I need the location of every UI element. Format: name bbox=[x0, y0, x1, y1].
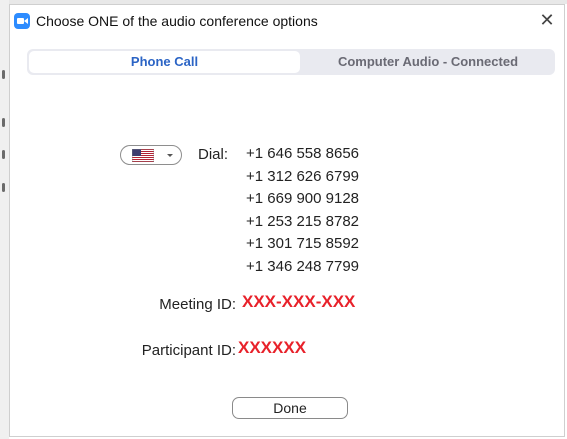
title-bar: Choose ONE of the audio conference optio… bbox=[10, 5, 564, 37]
background-window-edge bbox=[0, 0, 9, 439]
dial-number-list: +1 646 558 8656 +1 312 626 6799 +1 669 9… bbox=[246, 144, 359, 279]
participant-id-value: XXXXXX bbox=[238, 338, 307, 357]
dial-number: +1 669 900 9128 bbox=[246, 190, 360, 207]
zoom-camera-icon bbox=[14, 13, 30, 29]
dial-number: +1 301 715 8592 bbox=[246, 235, 360, 252]
audio-options-dialog: Choose ONE of the audio conference optio… bbox=[9, 4, 565, 437]
dial-number: +1 312 626 6799 bbox=[246, 167, 360, 185]
dial-number: +1 646 558 8656 bbox=[246, 145, 360, 162]
audio-tabs: Phone Call Computer Audio - Connected bbox=[27, 49, 555, 75]
tab-phone-call[interactable]: Phone Call bbox=[29, 51, 300, 73]
dial-number: +1 346 248 7799 bbox=[246, 257, 360, 275]
tab-computer-audio[interactable]: Computer Audio - Connected bbox=[303, 49, 553, 75]
dial-number: +1 253 215 8782 bbox=[246, 212, 360, 230]
done-button[interactable]: Done bbox=[232, 397, 348, 419]
meeting-id-label: Meeting ID: bbox=[159, 296, 236, 313]
meeting-id-value: XXX-XXX-XXX bbox=[242, 292, 356, 311]
close-icon[interactable]: ✕ bbox=[536, 9, 558, 31]
us-flag-icon bbox=[132, 149, 154, 162]
country-select[interactable] bbox=[120, 145, 182, 165]
participant-id-label: Participant ID: bbox=[141, 342, 236, 359]
dialog-title: Choose ONE of the audio conference optio… bbox=[36, 13, 318, 29]
chevron-down-icon bbox=[167, 154, 173, 157]
dial-label: Dial: bbox=[198, 146, 229, 163]
